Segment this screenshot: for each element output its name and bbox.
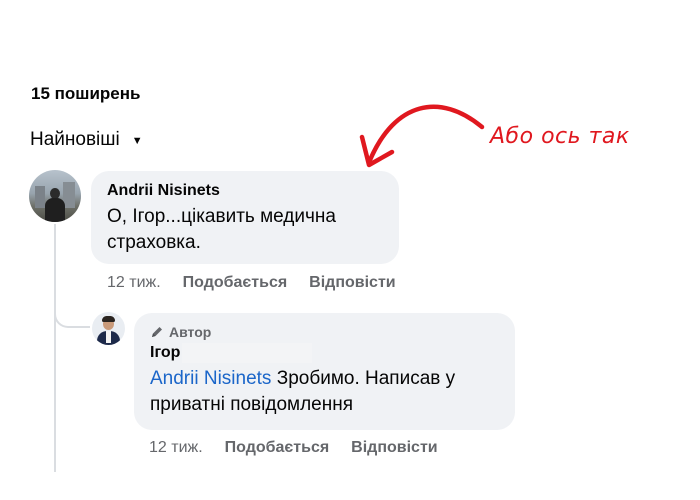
reply-button[interactable]: Відповісти (351, 439, 437, 457)
author-badge-label: Автор (169, 324, 212, 340)
comment-bubble: Andrii Nisinets О, Ігор...цікавить медич… (91, 171, 399, 264)
thread-connector (54, 290, 90, 328)
avatar[interactable] (29, 170, 81, 222)
comment-author[interactable]: Andrii Nisinets (107, 180, 383, 201)
reply-button[interactable]: Відповісти (309, 274, 395, 292)
comment-author-name[interactable]: Ігор (150, 344, 180, 361)
comment-time[interactable]: 12 тиж. (107, 274, 161, 292)
comment-actions: 12 тиж. Подобається Відповісти (149, 439, 438, 457)
pencil-icon (152, 327, 162, 337)
chevron-down-icon: ▼ (131, 135, 143, 147)
comment-text: Andrii Nisinets Зробимо. Написав у прива… (150, 366, 499, 418)
comment-actions: 12 тиж. Подобається Відповісти (107, 274, 396, 292)
avatar[interactable] (92, 312, 125, 345)
comment-text: О, Ігор...цікавить медична страховка. (107, 206, 336, 253)
comment-author[interactable]: Ігор (150, 342, 499, 363)
mention-link[interactable]: Andrii Nisinets (150, 368, 271, 389)
annotation-text: Або ось так (490, 124, 630, 149)
like-button[interactable]: Подобається (183, 274, 288, 292)
reply-bubble: Автор Ігор Andrii Nisinets Зробимо. Напи… (134, 313, 515, 430)
shares-count[interactable]: 15 поширень (31, 84, 140, 104)
author-badge: Автор (150, 322, 499, 342)
name-redaction (182, 342, 313, 363)
thread-line (54, 224, 56, 472)
sort-dropdown[interactable]: Найновіші ▼ (30, 129, 143, 151)
comment-time[interactable]: 12 тиж. (149, 439, 203, 457)
like-button[interactable]: Подобається (225, 439, 330, 457)
sort-label: Найновіші (30, 129, 120, 150)
